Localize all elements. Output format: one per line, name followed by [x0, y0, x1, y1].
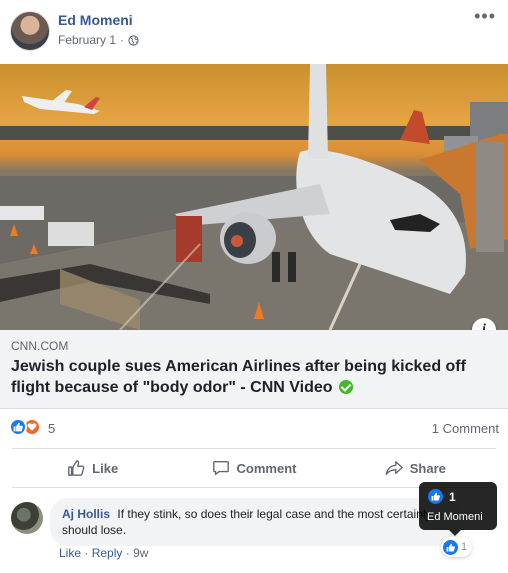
globe-icon[interactable] [128, 34, 139, 46]
reaction-count[interactable]: 5 [48, 421, 55, 436]
comment-actions-dot-2: · [125, 546, 130, 560]
post-header: Ed Momeni February 1 · ••• [0, 0, 508, 64]
like-reaction-icon [443, 539, 458, 555]
tooltip-arrow [449, 530, 461, 536]
comment-like-count: 1 [461, 541, 468, 553]
comment-text: If they stink, so does their legal case … [62, 507, 432, 537]
link-title[interactable]: Jewish couple sues American Airlines aft… [11, 356, 501, 398]
like-button-label: Like [92, 460, 119, 476]
comment-button[interactable]: Comment [173, 449, 334, 487]
share-icon [385, 461, 403, 475]
comment-actions-dot: · [84, 546, 89, 560]
like-reaction-icon [9, 418, 27, 436]
comment-like-link[interactable]: Like [59, 546, 81, 560]
airport-scene [0, 64, 508, 330]
comment-bubble: Aj Hollis If they stink, so does their l… [50, 498, 460, 546]
commenter-avatar[interactable] [11, 502, 43, 534]
comment-icon [212, 461, 229, 475]
author-avatar[interactable] [10, 11, 50, 51]
link-caption[interactable]: CNN.COM Jewish couple sues American Airl… [0, 330, 508, 409]
more-options-icon[interactable]: ••• [474, 6, 496, 27]
reaction-tooltip: 1 Ed Momeni [419, 482, 497, 536]
tooltip-reactor-name: Ed Momeni [427, 511, 483, 523]
comment-reply-link[interactable]: Reply [92, 546, 123, 560]
post-meta: February 1 · [58, 33, 139, 47]
link-title-text: Jewish couple sues American Airlines aft… [11, 358, 466, 396]
tooltip-count-row: 1 [428, 489, 456, 504]
reactions-summary: 5 1 Comment [0, 410, 508, 446]
link-domain: CNN.COM [11, 339, 69, 353]
like-reaction-icon [428, 489, 443, 504]
like-button[interactable]: Like [12, 449, 173, 487]
tooltip-count: 1 [449, 489, 456, 504]
verified-check-icon [339, 380, 354, 394]
share-button-label: Share [409, 460, 446, 476]
commenter-name[interactable]: Aj Hollis [62, 507, 110, 521]
facebook-post: Ed Momeni February 1 · ••• CNN.COM Jewis… [0, 0, 508, 573]
reaction-icons[interactable] [9, 418, 41, 436]
link-preview-image[interactable] [0, 64, 508, 330]
comment-count[interactable]: 1 Comment [432, 421, 499, 436]
meta-separator: · [120, 33, 125, 47]
author-name[interactable]: Ed Momeni [58, 12, 133, 28]
post-date[interactable]: February 1 [58, 33, 116, 47]
comment-like-badge[interactable]: 1 [441, 537, 473, 557]
comment-age[interactable]: 9w [133, 546, 148, 560]
thumbs-up-icon [68, 460, 85, 476]
comment-button-label: Comment [236, 460, 297, 476]
comment-actions: Like · Reply · 9w [59, 546, 148, 560]
